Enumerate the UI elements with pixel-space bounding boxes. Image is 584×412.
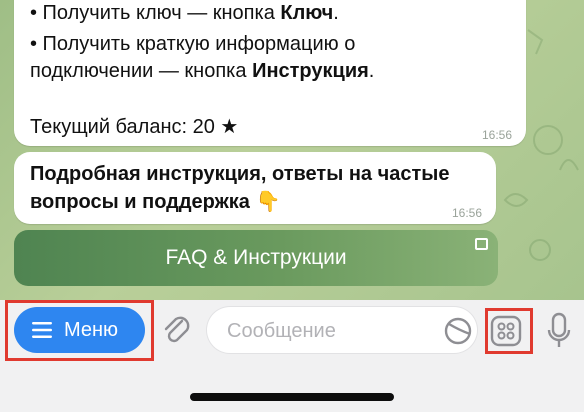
sticker-icon[interactable] [443, 316, 473, 346]
faq-message-line2: вопросы и поддержка 👇 [30, 191, 281, 213]
message-bubble-faq: Подробная инструкция, ответы на частые в… [14, 152, 496, 224]
message-line-info: • Получить краткую информацию о [30, 33, 356, 55]
message-timestamp: 16:56 [481, 128, 512, 142]
message-line-instruction: подключении — кнопка Инструкция. [30, 60, 375, 82]
message-timestamp: 16:56 [451, 206, 482, 220]
faq-inline-button[interactable]: FAQ & Инструкции [14, 230, 498, 286]
open-window-icon [475, 238, 488, 250]
microphone-icon[interactable] [546, 312, 572, 350]
paperclip-icon[interactable] [160, 312, 192, 348]
highlight-box-menu [5, 300, 154, 361]
highlight-box-apps [485, 308, 533, 354]
message-line-key: • Получить ключ — кнопка Ключ. [30, 2, 339, 24]
message-input[interactable] [225, 317, 429, 345]
balance-text: Текущий баланс: 20 ★ [30, 116, 239, 138]
home-indicator [190, 393, 394, 401]
message-bubble-info: • Получить ключ — кнопка Ключ. • Получит… [14, 0, 526, 146]
faq-message-line1: Подробная инструкция, ответы на частые [30, 163, 450, 185]
message-field[interactable] [207, 307, 477, 353]
faq-button-label: FAQ & Инструкции [165, 246, 347, 269]
